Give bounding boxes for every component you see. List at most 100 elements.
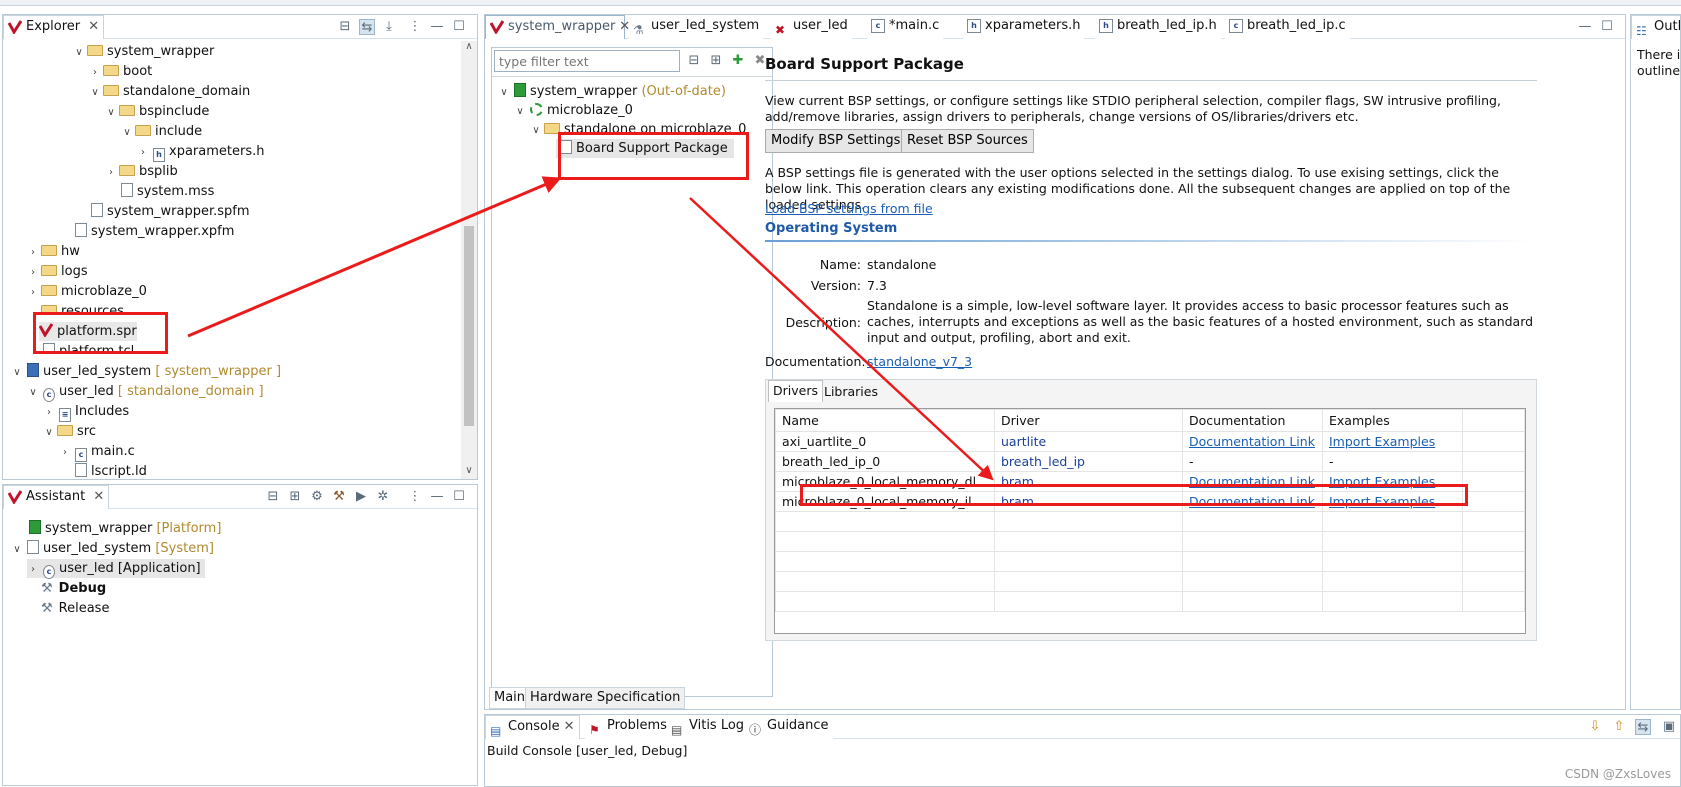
scroll-up-icon[interactable]: ∧ [461, 41, 477, 55]
chevron-down-icon[interactable]: ∨ [73, 43, 85, 62]
chevron-down-icon[interactable]: ∨ [121, 123, 133, 142]
tree-item-system-mss[interactable]: system.mss [117, 182, 214, 201]
tab-system-wrapper[interactable]: system_wrapper ✕ [485, 15, 630, 39]
table-row[interactable]: breath_led_ip_0 breath_led_ip - - [775, 451, 1525, 472]
tree-item-system-wrapper-spfm[interactable]: system_wrapper.spfm [87, 202, 250, 221]
tab-guidance[interactable]: ⓘ Guidance [745, 715, 833, 739]
driver-cell[interactable]: breath_led_ip [994, 451, 1183, 472]
import-examples-cell[interactable]: Import Examples [1322, 431, 1463, 452]
assistant-item-release[interactable]: ⚒ Release [41, 599, 109, 618]
chevron-right-icon[interactable]: › [27, 560, 39, 579]
maximize-icon[interactable]: ☐ [451, 19, 467, 35]
documentation-link-cell[interactable]: Documentation Link [1182, 431, 1323, 452]
chevron-down-icon[interactable]: ∨ [105, 103, 117, 122]
collapse-all-icon[interactable]: ⊟ [686, 53, 702, 69]
arrow-up-icon[interactable]: ⇧ [1611, 719, 1627, 735]
assistant-item-user-led-system[interactable]: ∨ user_led_system [System] [11, 539, 214, 558]
tree-item-user-led-system[interactable]: ∨ user_led_system [ system_wrapper ] [11, 362, 281, 381]
tree-item-include[interactable]: ∨ include [121, 122, 202, 141]
minimize-icon[interactable]: — [429, 489, 445, 505]
tree-item-boot[interactable]: › boot [89, 62, 152, 81]
display-console-icon[interactable]: ▣ [1661, 719, 1677, 735]
tab-user-led[interactable]: ✖ user_led [771, 15, 852, 39]
tree-item-system-wrapper[interactable]: ∨ system_wrapper [73, 42, 214, 61]
chevron-right-icon[interactable]: › [105, 163, 117, 182]
tab-drivers[interactable]: Drivers [768, 380, 823, 402]
chevron-right-icon[interactable]: › [27, 283, 39, 302]
chevron-down-icon[interactable]: ∨ [27, 383, 39, 402]
view-menu-icon[interactable]: ⋮ [407, 489, 423, 505]
chevron-right-icon[interactable]: › [137, 143, 149, 162]
gear-icon[interactable]: ⚙ [309, 489, 325, 505]
tab-hardware-specification[interactable]: Hardware Specification [525, 687, 686, 709]
table-row[interactable]: axi_uartlite_0 uartlite Documentation Li… [775, 431, 1525, 452]
assistant-item-debug[interactable]: ⚒ Debug [41, 579, 106, 598]
tree-item-user-led[interactable]: ∨ c user_led [ standalone_domain ] [27, 382, 264, 402]
debug-icon[interactable]: ✲ [375, 489, 391, 505]
tab-breath-led-ip-h[interactable]: h breath_led_ip.h [1095, 15, 1221, 39]
tree-item-logs[interactable]: › logs [27, 262, 88, 281]
minimize-icon[interactable]: — [1577, 19, 1593, 35]
driver-cell[interactable]: uartlite [994, 431, 1183, 452]
maximize-icon[interactable]: ☐ [1599, 19, 1615, 35]
collapse-all-icon[interactable]: ⊟ [337, 19, 353, 35]
documentation-link[interactable]: standalone_v7_3 [867, 354, 972, 369]
expand-all-icon[interactable]: ⊞ [708, 53, 724, 69]
chevron-right-icon[interactable]: › [59, 443, 71, 462]
explorer-scrollbar[interactable]: ∧ ∨ [461, 41, 477, 479]
chevron-right-icon[interactable]: › [43, 403, 55, 422]
tab-assistant[interactable]: Assistant ✕ [3, 485, 110, 509]
tab-xparameters-h[interactable]: h xparameters.h [963, 15, 1085, 39]
arrow-down-icon[interactable]: ⇩ [1587, 719, 1603, 735]
chevron-right-icon[interactable]: › [27, 263, 39, 282]
close-icon[interactable]: ✕ [564, 719, 575, 734]
chevron-down-icon[interactable]: ∨ [530, 121, 542, 134]
column-header-documentation[interactable]: Documentation [1182, 409, 1323, 432]
tab-breath-led-ip-c[interactable]: c breath_led_ip.c [1225, 15, 1350, 39]
maximize-icon[interactable]: ☐ [451, 489, 467, 505]
bsp-tree-cpu[interactable]: ∨ microblaze_0 [514, 101, 633, 120]
minimize-icon[interactable]: — [429, 19, 445, 35]
tree-item-xparameters-h[interactable]: › h xparameters.h [137, 142, 264, 162]
scroll-down-icon[interactable]: ∨ [461, 465, 477, 479]
close-icon[interactable]: ✕ [93, 489, 104, 504]
tree-item-microblaze-0[interactable]: › microblaze_0 [27, 282, 147, 301]
tab-main[interactable]: Main [489, 687, 531, 709]
filter-input[interactable] [494, 50, 680, 72]
tree-item-hw[interactable]: › hw [27, 242, 80, 261]
close-icon[interactable]: ✕ [88, 19, 99, 34]
chevron-down-icon[interactable]: ∨ [89, 83, 101, 102]
tab-problems[interactable]: ⚑ Problems [585, 715, 671, 739]
chevron-right-icon[interactable]: › [89, 63, 101, 82]
chevron-down-icon[interactable]: ∨ [498, 83, 510, 102]
tab-vitis-log[interactable]: ▤ Vitis Log [667, 715, 749, 739]
hammer-icon[interactable]: ⚒ [331, 489, 347, 505]
tab-user-led-system[interactable]: ⚗ user_led_system [629, 15, 764, 39]
tab-explorer[interactable]: Explorer ✕ [3, 15, 105, 39]
view-menu-icon[interactable]: ⋮ [407, 19, 423, 35]
column-header-examples[interactable]: Examples [1322, 409, 1463, 432]
link-icon[interactable]: ⇆ [1635, 719, 1651, 735]
tree-item-lscript-ld[interactable]: lscript.ld [71, 462, 147, 481]
tree-item-bsplib[interactable]: › bsplib [105, 162, 178, 181]
modify-bsp-settings-button[interactable]: Modify BSP Settings... [765, 129, 919, 153]
add-icon[interactable]: ✚ [730, 53, 746, 69]
tree-item-main-c[interactable]: › c main.c [59, 442, 135, 462]
scroll-thumb[interactable] [464, 226, 474, 426]
chevron-down-icon[interactable]: ∨ [514, 102, 526, 121]
tab-outline[interactable]: ☷ Outli [1631, 15, 1680, 39]
tab-console[interactable]: ▤ Console ✕ [485, 715, 580, 739]
import-icon[interactable]: ⤓ [381, 19, 397, 35]
tab-main-c[interactable]: c *main.c [867, 15, 944, 39]
assistant-item-user-led[interactable]: › c user_led [Application] [27, 559, 205, 579]
bsp-tree-root[interactable]: ∨ system_wrapper (Out-of-date) [498, 82, 726, 101]
column-header-driver[interactable]: Driver [994, 409, 1183, 432]
tree-item-standalone-domain[interactable]: ∨ standalone_domain [89, 82, 250, 101]
load-bsp-settings-link[interactable]: Load BSP settings from file [765, 201, 933, 216]
tree-item-src[interactable]: ∨ src [43, 422, 96, 441]
tree-item-includes[interactable]: › ≡ Includes [43, 402, 129, 422]
column-header-name[interactable]: Name [775, 409, 995, 432]
expand-all-icon[interactable]: ⊞ [287, 489, 303, 505]
chevron-down-icon[interactable]: ∨ [43, 423, 55, 442]
assistant-item-system-wrapper[interactable]: system_wrapper [Platform] [25, 519, 221, 538]
